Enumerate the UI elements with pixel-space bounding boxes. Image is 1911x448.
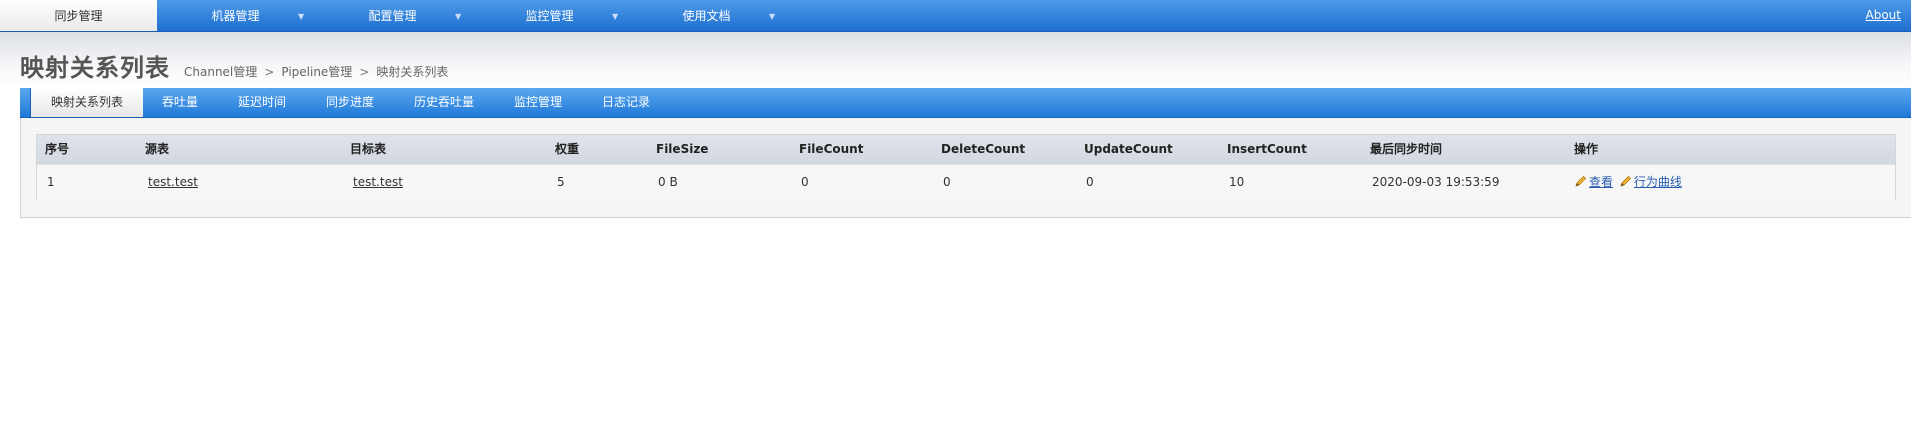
chevron-down-icon: ▼	[455, 12, 462, 21]
source-table-link[interactable]: test.test	[148, 165, 198, 200]
target-table-link[interactable]: test.test	[353, 165, 403, 200]
pencil-icon[interactable]	[1574, 175, 1587, 188]
nav-item-label: 同步管理	[54, 9, 103, 23]
nav-item-machine-management[interactable]: 机器管理 ▼	[157, 0, 314, 31]
tab-delay-time[interactable]: 延迟时间	[238, 88, 286, 117]
cell-filecount: 0	[801, 175, 809, 189]
cell-weight: 5	[557, 175, 565, 189]
breadcrumb: Channel管理 > Pipeline管理 > 映射关系列表	[184, 63, 448, 80]
column-header-last-sync: 最后同步时间	[1370, 142, 1443, 156]
breadcrumb-channel[interactable]: Channel管理	[184, 65, 257, 79]
nav-item-sync-management[interactable]: 同步管理	[0, 0, 157, 31]
tab-sync-progress[interactable]: 同步进度	[326, 88, 374, 117]
cell-updatecount: 0	[1086, 175, 1094, 189]
top-nav-bar: 同步管理 机器管理 ▼ 配置管理 ▼ 监控管理 ▼ 使用文档 ▼ About	[0, 0, 1911, 32]
tab-monitor-management[interactable]: 监控管理	[514, 88, 562, 117]
tab-log-records[interactable]: 日志记录	[602, 88, 650, 117]
column-header-weight: 权重	[555, 142, 580, 156]
pencil-icon[interactable]	[1619, 175, 1632, 188]
column-header-insertcount: InsertCount	[1227, 142, 1307, 156]
cell-index: 1	[47, 175, 55, 189]
chevron-down-icon: ▼	[612, 12, 619, 21]
column-header-deletecount: DeleteCount	[941, 142, 1026, 156]
table-row: 1 test.test test.test 5 0 B 0 0 0 10 202…	[37, 164, 1895, 200]
behavior-curve-link[interactable]: 行为曲线	[1634, 175, 1682, 189]
nav-item-label: 监控管理	[525, 9, 574, 23]
view-link[interactable]: 查看	[1589, 175, 1613, 189]
chevron-down-icon: ▼	[769, 12, 776, 21]
cell-actions: 查看 行为曲线	[1574, 165, 1682, 200]
tab-throughput[interactable]: 吞吐量	[162, 88, 198, 117]
chevron-down-icon: ▼	[298, 12, 305, 21]
nav-item-label: 机器管理	[211, 9, 260, 23]
column-header-source: 源表	[145, 142, 170, 156]
column-header-actions: 操作	[1574, 142, 1599, 156]
column-header-updatecount: UpdateCount	[1084, 142, 1173, 156]
nav-item-label: 配置管理	[368, 9, 417, 23]
table-header-row: 序号 源表 目标表 权重 FileSize FileCount DeleteCo…	[37, 135, 1895, 164]
mapping-table: 序号 源表 目标表 权重 FileSize FileCount DeleteCo…	[36, 134, 1896, 200]
breadcrumb-current: 映射关系列表	[376, 65, 449, 79]
breadcrumb-pipeline[interactable]: Pipeline管理	[281, 65, 352, 79]
tab-history-throughput[interactable]: 历史吞吐量	[414, 88, 474, 117]
nav-item-docs[interactable]: 使用文档 ▼	[628, 0, 785, 31]
about-link[interactable]: About	[1866, 0, 1901, 31]
tab-mapping-list[interactable]: 映射关系列表	[30, 88, 143, 117]
breadcrumb-separator: >	[264, 65, 275, 79]
cell-filesize: 0 B	[658, 175, 678, 189]
cell-insertcount: 10	[1229, 175, 1245, 189]
nav-item-config-management[interactable]: 配置管理 ▼	[314, 0, 471, 31]
column-header-filecount: FileCount	[799, 142, 864, 156]
page-title: 映射关系列表	[20, 54, 170, 82]
cell-last-sync: 2020-09-03 19:53:59	[1372, 175, 1500, 189]
column-header-target: 目标表	[350, 142, 387, 156]
column-header-filesize: FileSize	[656, 142, 709, 156]
nav-item-monitor-management[interactable]: 监控管理 ▼	[471, 0, 628, 31]
cell-deletecount: 0	[943, 175, 951, 189]
breadcrumb-separator: >	[359, 65, 370, 79]
sub-nav-bar: 映射关系列表 吞吐量 延迟时间 同步进度 历史吞吐量 监控管理 日志记录	[20, 88, 1911, 118]
column-header-index: 序号	[45, 142, 70, 156]
nav-item-label: 使用文档	[682, 9, 731, 23]
